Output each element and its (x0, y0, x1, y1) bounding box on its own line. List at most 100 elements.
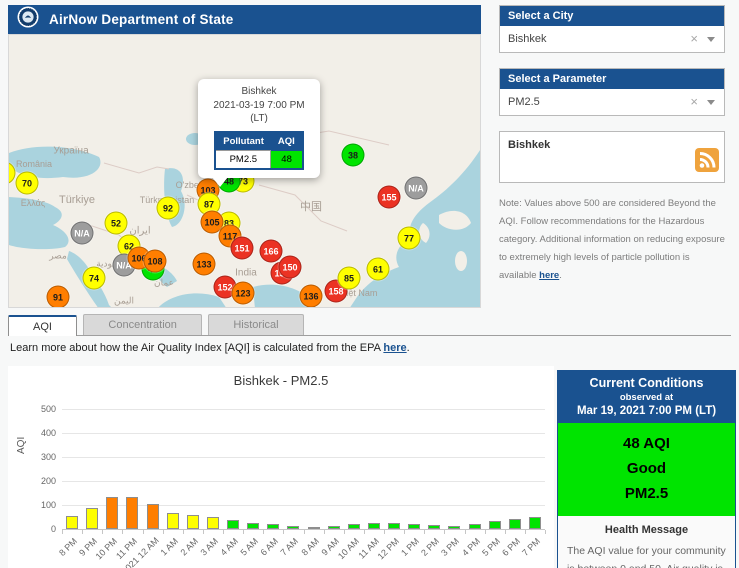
aqi-marker[interactable]: 150 (279, 256, 302, 279)
note-text: Note: Values above 500 are considered Be… (499, 198, 725, 281)
chart-bar[interactable] (287, 526, 299, 529)
popup-aqi-value: 48 (271, 150, 303, 169)
tab-aqi[interactable]: AQI (8, 315, 77, 336)
aqi-marker[interactable]: 92 (157, 197, 180, 220)
chart-bar[interactable] (308, 527, 320, 529)
note-here-link[interactable]: here (539, 270, 559, 281)
aqi-marker[interactable]: 155 (378, 186, 401, 209)
aqi-marker[interactable]: 85 (338, 267, 361, 290)
map-popup: Bishkek 2021-03-19 7:00 PM (LT) Pollutan… (198, 79, 320, 178)
chart-bar[interactable] (267, 524, 279, 529)
chart-bar[interactable] (388, 523, 400, 529)
x-tick-mark (344, 530, 345, 534)
chart-bar[interactable] (328, 526, 340, 529)
city-select[interactable]: Bishkek × (500, 26, 724, 52)
map[interactable]: УкраїнаRomâniaΕλλάςTürkiyeمصرO'zbekiston… (8, 34, 481, 308)
popup-aqi-header: AQI (271, 132, 303, 151)
aqi-marker[interactable]: 70 (16, 172, 39, 195)
aqi-marker[interactable]: N/A (405, 177, 428, 200)
x-tick-mark (163, 530, 164, 534)
chart-bar[interactable] (126, 497, 138, 529)
tab-historical[interactable]: Historical (208, 314, 303, 335)
department-of-state-seal-icon (17, 6, 39, 33)
popup-city: Bishkek (202, 85, 316, 99)
chart-bar[interactable] (147, 504, 159, 529)
chart-bar[interactable] (368, 523, 380, 529)
popup-table: Pollutant AQI PM2.5 48 (214, 131, 304, 170)
aqi-marker[interactable]: 52 (105, 212, 128, 235)
x-tick-mark (263, 530, 264, 534)
chart-bar[interactable] (408, 524, 420, 529)
chart-bar[interactable] (187, 515, 199, 529)
rss-icon[interactable] (695, 148, 719, 177)
chevron-down-icon[interactable] (707, 37, 715, 42)
airnow-page: AirNow Department of State (0, 0, 739, 568)
tab-concentration[interactable]: Concentration (83, 314, 202, 335)
x-tick-mark (525, 530, 526, 534)
health-message: Health Message The AQI value for your co… (558, 516, 735, 568)
chart-bar[interactable] (167, 513, 179, 529)
parameter-panel: Select a Parameter PM2.5 × (499, 68, 725, 116)
aqi-marker[interactable]: 77 (398, 227, 421, 250)
x-tick-mark (223, 530, 224, 534)
y-tick-label: 100 (22, 500, 56, 510)
aqi-chart: Bishkek - PM2.5 AQI 01002003004005008 PM… (8, 366, 554, 568)
x-tick-mark (444, 530, 445, 534)
x-tick-mark (283, 530, 284, 534)
popup-datetime: 2021-03-19 7:00 PM (202, 99, 316, 113)
chart-bar[interactable] (106, 497, 118, 529)
aqi-parameter: PM2.5 (558, 481, 735, 506)
aqi-marker[interactable]: 108 (144, 250, 167, 273)
chart-bar[interactable] (247, 523, 259, 529)
learn-more-text: Learn more about how the Air Quality Ind… (10, 342, 410, 354)
sidebar: Select a City Bishkek × Select a Paramet… (499, 5, 725, 285)
chart-gridline (62, 409, 545, 410)
chart-bar[interactable] (348, 524, 360, 529)
x-tick-mark (243, 530, 244, 534)
x-tick-mark (183, 530, 184, 534)
chevron-down-icon[interactable] (707, 100, 715, 105)
aqi-value-line: 48 AQI (558, 431, 735, 456)
chart-bar[interactable] (448, 526, 460, 529)
chart-bar[interactable] (509, 519, 521, 529)
clear-icon[interactable]: × (690, 26, 698, 52)
aqi-marker[interactable]: 136 (300, 285, 323, 308)
learn-more-period: . (407, 342, 410, 354)
x-tick-mark (122, 530, 123, 534)
aqi-marker[interactable]: 123 (232, 282, 255, 305)
feed-box: Bishkek (499, 131, 725, 183)
chart-title: Bishkek - PM2.5 (8, 373, 554, 388)
tab-bar: AQI Concentration Historical (8, 314, 731, 336)
feed-city-label: Bishkek (500, 132, 724, 151)
aqi-marker[interactable]: 151 (231, 237, 254, 260)
current-conditions-panel: Current Conditions observed at Mar 19, 2… (557, 370, 736, 568)
clear-icon[interactable]: × (690, 89, 698, 115)
city-select-value: Bishkek (508, 33, 547, 45)
chart-bar[interactable] (489, 521, 501, 529)
x-tick-mark (324, 530, 325, 534)
x-tick-mark (304, 530, 305, 534)
aqi-marker[interactable]: 61 (367, 258, 390, 281)
y-tick-label: 0 (22, 524, 56, 534)
aqi-category: Good (558, 456, 735, 481)
chart-bar[interactable] (529, 517, 541, 529)
chart-bar[interactable] (207, 517, 219, 529)
learn-more-here-link[interactable]: here (383, 342, 406, 354)
chart-bar[interactable] (66, 516, 78, 529)
chart-bar[interactable] (469, 524, 481, 529)
chart-bar[interactable] (428, 525, 440, 529)
x-tick-mark (465, 530, 466, 534)
aqi-marker[interactable]: 133 (193, 253, 216, 276)
y-tick-label: 300 (22, 452, 56, 462)
popup-pollutant-value: PM2.5 (215, 150, 271, 169)
aqi-marker[interactable]: 38 (342, 144, 365, 167)
aqi-marker[interactable]: 74 (83, 267, 106, 290)
parameter-select[interactable]: PM2.5 × (500, 89, 724, 115)
aqi-marker[interactable]: 166 (260, 240, 283, 263)
aqi-marker[interactable]: 91 (47, 286, 70, 309)
x-tick-mark (62, 530, 63, 534)
chart-bar[interactable] (86, 508, 98, 529)
chart-bar[interactable] (227, 520, 239, 529)
aqi-marker[interactable]: N/A (71, 222, 94, 245)
parameter-select-value: PM2.5 (508, 96, 540, 108)
